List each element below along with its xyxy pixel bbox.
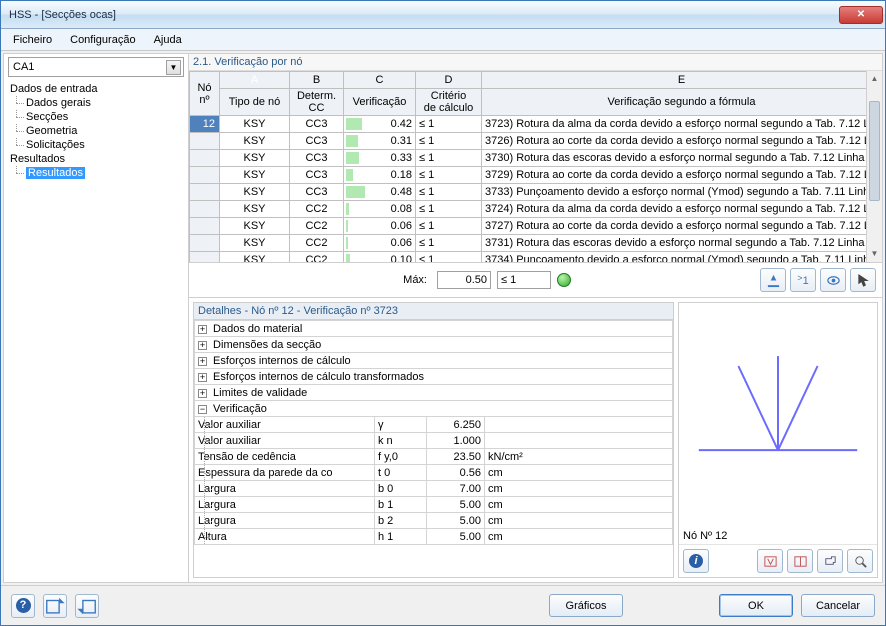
table-row[interactable]: KSYCC30.48≤ 13733) Punçoamento devido a … [190, 184, 882, 201]
table-row[interactable]: KSYCC20.06≤ 13727) Rotura ao corte da co… [190, 218, 882, 235]
tool-view-button[interactable] [820, 268, 846, 292]
tool-filter-button[interactable] [760, 268, 786, 292]
table-row[interactable]: KSYCC30.31≤ 13726) Rotura ao corte da co… [190, 133, 882, 150]
detail-category[interactable]: − Verificação [195, 401, 673, 417]
results-grid-wrap: Nó nº A B C D E Tipo de nó Determ. CC Ve… [189, 71, 882, 263]
detail-category[interactable]: + Limites de validade [195, 385, 673, 401]
preview-canvas [679, 303, 877, 528]
col-letter-a[interactable]: A [220, 72, 290, 89]
table-row[interactable]: KSYCC20.06≤ 13731) Rotura das escoras de… [190, 235, 882, 252]
tree-item[interactable]: Resultados [8, 166, 188, 180]
case-combo-value: CA1 [13, 61, 34, 73]
detail-row[interactable]: Largurab 15.00cm [195, 497, 673, 513]
menu-help[interactable]: Ajuda [146, 32, 190, 48]
col-crit[interactable]: Critério de cálculo [416, 89, 482, 116]
detail-category[interactable]: + Esforços internos de cálculo [195, 353, 673, 369]
expand-icon[interactable]: + [198, 325, 207, 334]
preview-tool-2[interactable] [787, 549, 813, 573]
expand-icon[interactable]: + [198, 373, 207, 382]
detail-row[interactable]: Largurab 25.00cm [195, 513, 673, 529]
preview-panel: Nó Nº 12 i [678, 302, 878, 578]
detail-row[interactable]: Largurab 07.00cm [195, 481, 673, 497]
expand-icon[interactable]: + [198, 341, 207, 350]
menubar: Ficheiro Configuração Ajuda [1, 29, 885, 51]
col-letter-b[interactable]: B [290, 72, 344, 89]
section-title: 2.1. Verificação por nó [189, 54, 882, 71]
preview-label: Nó Nº 12 [679, 528, 877, 544]
details-table[interactable]: + Dados do material+ Dimensões da secção… [194, 320, 673, 545]
col-verif[interactable]: Verificação [344, 89, 416, 116]
tree-item[interactable]: Solicitações [8, 138, 188, 152]
node-diagram-icon [679, 303, 877, 528]
close-button[interactable]: ✕ [839, 6, 883, 24]
col-letter-c[interactable]: C [344, 72, 416, 89]
details-title: Detalhes - Nó nº 12 - Verificação nº 372… [194, 303, 673, 320]
detail-category[interactable]: + Dados do material [195, 321, 673, 337]
client-area: CA1 ▼ Dados de entrada Dados geraisSecçõ… [3, 53, 883, 583]
detail-row[interactable]: Valor auxiliark n1.000 [195, 433, 673, 449]
detail-row[interactable]: Tensão de cedênciaf y,023.50kN/cm² [195, 449, 673, 465]
footer: ? Gráficos OK Cancelar [1, 585, 885, 625]
scroll-thumb[interactable] [869, 101, 880, 201]
tree-item[interactable]: Dados gerais [8, 96, 188, 110]
left-panel: CA1 ▼ Dados de entrada Dados geraisSecçõ… [4, 54, 189, 582]
results-grid[interactable]: Nó nº A B C D E Tipo de nó Determ. CC Ve… [189, 71, 882, 263]
table-row[interactable]: 12KSYCC30.42≤ 13723) Rotura da alma da c… [190, 116, 882, 133]
cancel-button[interactable]: Cancelar [801, 594, 875, 617]
lower-pane: Detalhes - Nó nº 12 - Verificação nº 372… [189, 298, 882, 582]
col-letter-d[interactable]: D [416, 72, 482, 89]
expand-icon[interactable]: + [198, 357, 207, 366]
export-button[interactable] [75, 594, 99, 618]
detail-row[interactable]: Alturah 15.00cm [195, 529, 673, 545]
detail-category[interactable]: + Dimensões da secção [195, 337, 673, 353]
info-button[interactable]: i [683, 549, 709, 573]
nav-tree[interactable]: Dados de entrada Dados geraisSecçõesGeom… [4, 80, 188, 582]
tool-sort-button[interactable]: >1 [790, 268, 816, 292]
max-value-input[interactable] [437, 271, 491, 289]
menu-config[interactable]: Configuração [62, 32, 143, 48]
detail-row[interactable]: Espessura da parede da cot 00.56cm [195, 465, 673, 481]
case-combo[interactable]: CA1 ▼ [8, 57, 184, 77]
graphics-button[interactable]: Gráficos [549, 594, 623, 617]
import-button[interactable] [43, 594, 67, 618]
help-button[interactable]: ? [11, 594, 35, 618]
preview-tool-1[interactable] [757, 549, 783, 573]
expand-icon[interactable]: + [198, 389, 207, 398]
max-crit: ≤ 1 [497, 271, 551, 289]
titlebar: HSS - [Secções ocas] ✕ [1, 1, 885, 29]
table-row[interactable]: KSYCC30.18≤ 13729) Rotura ao corte da co… [190, 167, 882, 184]
right-panel: 2.1. Verificação por nó Nó nº A B C D E [189, 54, 882, 582]
scroll-up-icon[interactable]: ▲ [867, 71, 882, 87]
ok-button[interactable]: OK [719, 594, 793, 617]
max-row: Máx: ≤ 1 >1 [189, 263, 882, 298]
window-title: HSS - [Secções ocas] [9, 9, 116, 21]
tree-node-results[interactable]: Resultados [8, 152, 188, 166]
detail-row[interactable]: Valor auxiliarγ6.250 [195, 417, 673, 433]
col-determ[interactable]: Determ. CC [290, 89, 344, 116]
status-ok-icon [557, 273, 571, 287]
chevron-down-icon: ▼ [166, 60, 181, 75]
tree-node-data[interactable]: Dados de entrada [8, 82, 188, 96]
app-window: HSS - [Secções ocas] ✕ Ficheiro Configur… [0, 0, 886, 626]
detail-category[interactable]: + Esforços internos de cálculo transform… [195, 369, 673, 385]
menu-file[interactable]: Ficheiro [5, 32, 60, 48]
table-row[interactable]: KSYCC30.33≤ 13730) Rotura das escoras de… [190, 150, 882, 167]
grid-scrollbar[interactable]: ▲ ▼ [866, 71, 882, 262]
max-label: Máx: [195, 274, 431, 286]
details-panel: Detalhes - Nó nº 12 - Verificação nº 372… [193, 302, 674, 578]
tool-pick-button[interactable] [850, 268, 876, 292]
tree-item[interactable]: Secções [8, 110, 188, 124]
col-letter-e[interactable]: E [482, 72, 882, 89]
preview-tool-3[interactable] [817, 549, 843, 573]
table-row[interactable]: KSYCC20.10≤ 13734) Punçoamento devido a … [190, 252, 882, 264]
collapse-icon[interactable]: − [198, 405, 207, 414]
scroll-down-icon[interactable]: ▼ [867, 246, 882, 262]
col-formula[interactable]: Verificação segundo a fórmula [482, 89, 882, 116]
tree-item[interactable]: Geometria [8, 124, 188, 138]
preview-tool-4[interactable] [847, 549, 873, 573]
table-row[interactable]: KSYCC20.08≤ 13724) Rotura da alma da cor… [190, 201, 882, 218]
col-node-no[interactable]: Nó nº [190, 72, 220, 116]
col-tipo[interactable]: Tipo de nó [220, 89, 290, 116]
